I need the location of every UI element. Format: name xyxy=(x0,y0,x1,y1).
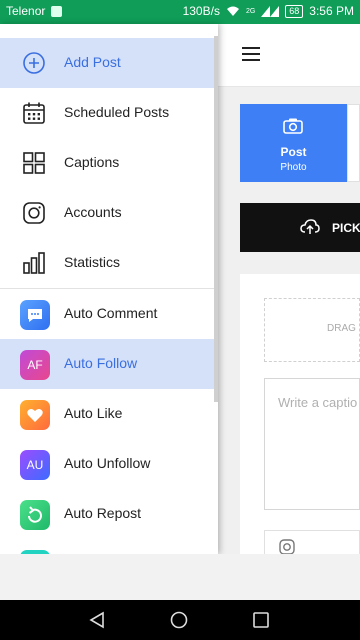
au-app-icon: AU xyxy=(20,450,50,480)
back-icon[interactable] xyxy=(88,611,106,629)
calendar-icon xyxy=(23,102,45,124)
drawer-item-statistics[interactable]: Statistics xyxy=(0,238,214,288)
wifi-icon xyxy=(226,6,239,16)
caption-placeholder: Write a captio xyxy=(278,395,358,410)
status-bar: Telenor 130B/s 2G 68 3:56 PM xyxy=(0,0,360,24)
drawer-item-auto-unfollow[interactable]: AU Auto Unfollow xyxy=(0,439,214,489)
drawer-item-auto-follow[interactable]: AF Auto Follow xyxy=(0,339,214,389)
carrier-name: Telenor xyxy=(6,4,46,18)
drawer-item-auto-repost[interactable]: Auto Repost xyxy=(0,489,214,539)
pick-label: PICK xyxy=(332,221,360,235)
drawer-item-label: Captions xyxy=(64,154,120,170)
heart-app-icon xyxy=(20,400,50,430)
signal-icon xyxy=(261,5,280,17)
drawer-item-label: Auto Comment xyxy=(64,305,158,321)
bar-chart-icon xyxy=(23,252,45,274)
instagram-icon xyxy=(23,202,45,224)
system-nav-bar xyxy=(0,600,360,640)
navigation-drawer: Add Post Scheduled Posts Captions Accoun… xyxy=(0,24,218,554)
network-speed: 130B/s xyxy=(182,4,220,18)
drawer-item-scheduled-posts[interactable]: Scheduled Posts xyxy=(0,88,214,138)
post-tile-subtitle: Photo xyxy=(280,162,307,173)
drag-label: DRAG xyxy=(327,323,356,334)
grid-icon xyxy=(23,152,45,174)
drawer-item-label: Accounts xyxy=(64,204,122,220)
cloud-upload-icon xyxy=(300,219,320,234)
app-toolbar xyxy=(218,24,360,87)
drawer-item-add-post[interactable]: Add Post xyxy=(0,38,214,88)
drawer-item-label: Scheduled Posts xyxy=(64,104,170,120)
menu-icon[interactable] xyxy=(242,47,260,61)
af-app-icon: AF xyxy=(20,350,50,380)
drawer-item-label: Auto Like xyxy=(64,405,123,421)
drag-drop-area[interactable]: DRAG xyxy=(264,298,360,362)
add-circle-icon xyxy=(23,52,45,74)
drawer-item-partial[interactable] xyxy=(0,539,214,554)
instagram-icon xyxy=(279,539,295,555)
drawer-item-label: Add Post xyxy=(64,54,121,70)
drawer-item-captions[interactable]: Captions xyxy=(0,138,214,188)
drawer-item-auto-like[interactable]: Auto Like xyxy=(0,389,214,439)
recents-icon[interactable] xyxy=(252,611,270,629)
clock: 3:56 PM xyxy=(309,4,354,18)
post-photo-tile[interactable]: Post Photo xyxy=(240,104,347,182)
drawer-item-label: Auto Repost xyxy=(64,505,142,521)
drawer-item-label: Auto Follow xyxy=(64,355,138,371)
drawer-scrollbar[interactable] xyxy=(214,36,218,402)
drawer-item-label: Statistics xyxy=(64,254,121,270)
sim-icon xyxy=(51,5,63,17)
repost-app-icon xyxy=(20,500,50,530)
comment-app-icon xyxy=(20,300,50,330)
pick-button[interactable]: PICK xyxy=(240,203,360,252)
drawer-item-accounts[interactable]: Accounts xyxy=(0,188,214,238)
network-type: 2G xyxy=(245,7,256,15)
camera-icon xyxy=(283,118,303,134)
post-type-tile[interactable] xyxy=(347,104,360,182)
bottom-area xyxy=(0,554,360,600)
drawer-item-label: Auto Unfollow xyxy=(64,455,151,471)
caption-input[interactable]: Write a captio xyxy=(264,378,360,510)
home-icon[interactable] xyxy=(170,611,188,629)
drawer-item-auto-comment[interactable]: Auto Comment xyxy=(0,289,214,339)
post-tile-title: Post xyxy=(280,145,307,159)
battery-icon: 68 xyxy=(285,4,304,18)
